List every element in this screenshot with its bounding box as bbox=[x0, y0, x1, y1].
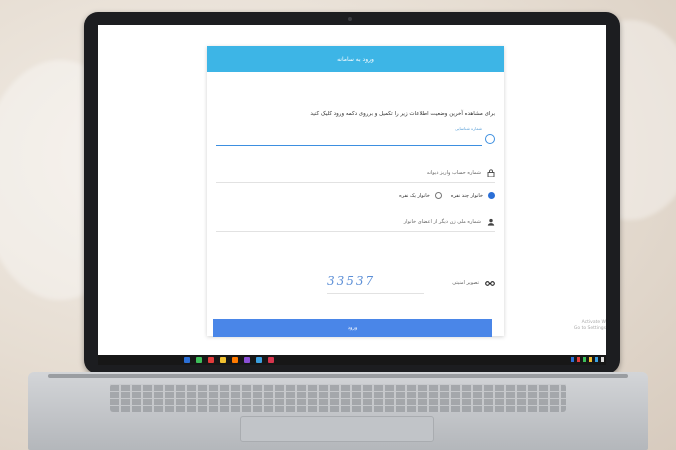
taskbar bbox=[98, 355, 606, 365]
tray-icon[interactable] bbox=[595, 357, 598, 362]
laptop-lid: ورود به سامانه برای مشاهده آخرین وضعیت ا… bbox=[84, 12, 620, 374]
captcha-underline bbox=[327, 293, 424, 294]
login-title: ورود به سامانه bbox=[337, 55, 374, 63]
intro-text: برای مشاهده آخرین وضعیت اطلاعات زیر را ت… bbox=[310, 111, 495, 117]
national-id-underline bbox=[216, 231, 495, 232]
bank-account-underline bbox=[216, 182, 495, 183]
touchpad bbox=[240, 416, 434, 442]
login-card: ورود به سامانه برای مشاهده آخرین وضعیت ا… bbox=[207, 46, 504, 337]
household-type-group: خانوار چند نفره خانوار یک نفره bbox=[216, 192, 495, 199]
login-button[interactable]: ورود bbox=[213, 319, 492, 337]
person-icon bbox=[487, 218, 495, 226]
lock-icon bbox=[487, 169, 495, 178]
captcha-label: تصویر امنیتی bbox=[452, 280, 479, 286]
identifier-input[interactable] bbox=[216, 145, 482, 146]
taskbar-app-icon[interactable] bbox=[208, 357, 214, 363]
webcam bbox=[348, 17, 352, 21]
laptop-hinge bbox=[48, 374, 628, 378]
captcha-image: 33537 bbox=[327, 274, 376, 288]
info-icon bbox=[485, 134, 495, 144]
taskbar-app-icon[interactable] bbox=[220, 357, 226, 363]
activate-windows-watermark: Activate W Go to Settings bbox=[574, 320, 606, 332]
national-id-field[interactable]: شماره ملی زن دیگر از اعضای خانوار bbox=[216, 218, 495, 226]
radio-multi-label: خانوار چند نفره bbox=[450, 192, 483, 199]
card-header: ورود به سامانه bbox=[207, 46, 504, 72]
bank-account-field[interactable]: شماره حساب واریز دیوانه bbox=[216, 169, 495, 178]
tray-icon[interactable] bbox=[589, 357, 592, 362]
system-tray bbox=[571, 357, 604, 362]
radio-single-member[interactable] bbox=[434, 192, 442, 199]
radio-multi-member[interactable] bbox=[488, 192, 495, 199]
taskbar-app-icon[interactable] bbox=[256, 357, 262, 363]
tray-icon[interactable] bbox=[577, 357, 580, 362]
taskbar-app-icon[interactable] bbox=[232, 357, 238, 363]
radio-single-label: خانوار یک نفره bbox=[399, 192, 430, 199]
national-id-label: شماره ملی زن دیگر از اعضای خانوار bbox=[403, 219, 481, 225]
taskbar-app-icon[interactable] bbox=[268, 357, 274, 363]
tray-icon[interactable] bbox=[601, 357, 604, 362]
taskbar-app-icon[interactable] bbox=[196, 357, 202, 363]
watermark-line2: Go to Settings bbox=[573, 326, 606, 331]
card-body: برای مشاهده آخرین وضعیت اطلاعات زیر را ت… bbox=[207, 72, 504, 337]
glasses-icon bbox=[485, 279, 495, 287]
taskbar-app-icon[interactable] bbox=[184, 357, 190, 363]
laptop-screen: ورود به سامانه برای مشاهده آخرین وضعیت ا… bbox=[98, 25, 606, 365]
tray-icon[interactable] bbox=[583, 357, 586, 362]
identifier-field-label: شماره شناسایی bbox=[455, 126, 482, 131]
tray-icon[interactable] bbox=[571, 357, 574, 362]
bank-account-label: شماره حساب واریز دیوانه bbox=[426, 170, 481, 176]
keyboard bbox=[110, 384, 566, 412]
taskbar-app-icon[interactable] bbox=[244, 357, 250, 363]
